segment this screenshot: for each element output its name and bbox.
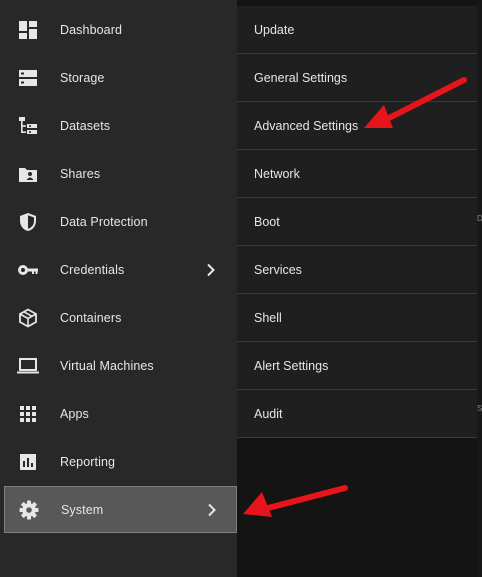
dashboard-icon bbox=[17, 19, 39, 41]
chevron-right-icon bbox=[208, 503, 216, 516]
sidebar-item-virtual-machines[interactable]: Virtual Machines bbox=[0, 342, 237, 389]
background-edge-glyph: D bbox=[477, 214, 482, 223]
sidebar-item-credentials[interactable]: Credentials bbox=[0, 246, 237, 293]
sidebar-item-label: Containers bbox=[60, 310, 122, 325]
sidebar-item-containers[interactable]: Containers bbox=[0, 294, 237, 341]
submenu-item-shell[interactable]: Shell bbox=[237, 294, 477, 342]
shield-icon bbox=[17, 211, 39, 233]
chart-icon bbox=[17, 451, 39, 473]
submenu-item-advanced-settings[interactable]: Advanced Settings bbox=[237, 102, 477, 150]
sidebar-item-shares[interactable]: Shares bbox=[0, 150, 237, 197]
sidebar-item-data-protection[interactable]: Data Protection bbox=[0, 198, 237, 245]
apps-grid-icon bbox=[17, 403, 39, 425]
submenu-item-services[interactable]: Services bbox=[237, 246, 477, 294]
submenu-item-label: Advanced Settings bbox=[254, 118, 359, 133]
submenu-item-network[interactable]: Network bbox=[237, 150, 477, 198]
annotation-arrow-system bbox=[243, 485, 348, 517]
sidebar-item-label: Credentials bbox=[60, 262, 125, 277]
laptop-icon bbox=[17, 355, 39, 377]
chevron-right-icon bbox=[207, 263, 215, 276]
background-panel-edge bbox=[477, 0, 482, 577]
submenu-item-alert-settings[interactable]: Alert Settings bbox=[237, 342, 477, 390]
submenu-item-audit[interactable]: Audit bbox=[237, 390, 477, 438]
submenu-item-label: Shell bbox=[254, 310, 282, 325]
storage-icon bbox=[17, 67, 39, 89]
system-submenu: Update General Settings Advanced Setting… bbox=[237, 6, 477, 438]
submenu-item-label: Services bbox=[254, 262, 302, 277]
sidebar-item-label: Dashboard bbox=[60, 22, 123, 37]
sidebar-item-label: System bbox=[61, 502, 104, 517]
shares-icon bbox=[17, 163, 39, 185]
submenu-item-label: Network bbox=[254, 166, 300, 181]
sidebar: Dashboard Storage Datasets Shares Data P… bbox=[0, 0, 237, 577]
submenu-item-label: Update bbox=[254, 22, 295, 37]
sidebar-item-label: Storage bbox=[60, 70, 105, 85]
key-icon bbox=[17, 259, 39, 281]
sidebar-item-storage[interactable]: Storage bbox=[0, 54, 237, 101]
submenu-item-label: Alert Settings bbox=[254, 358, 329, 373]
submenu-item-update[interactable]: Update bbox=[237, 6, 477, 54]
sidebar-item-system[interactable]: System bbox=[4, 486, 237, 533]
submenu-item-boot[interactable]: Boot bbox=[237, 198, 477, 246]
sidebar-item-dashboard[interactable]: Dashboard bbox=[0, 6, 237, 53]
sidebar-item-datasets[interactable]: Datasets bbox=[0, 102, 237, 149]
submenu-item-label: General Settings bbox=[254, 70, 348, 85]
sidebar-item-label: Apps bbox=[60, 406, 89, 421]
submenu-item-label: Boot bbox=[254, 214, 280, 229]
cube-icon bbox=[17, 307, 39, 329]
gear-icon bbox=[18, 499, 40, 521]
sidebar-item-label: Virtual Machines bbox=[60, 358, 154, 373]
background-edge-glyph: S bbox=[477, 404, 482, 413]
submenu-item-general-settings[interactable]: General Settings bbox=[237, 54, 477, 102]
sidebar-item-label: Shares bbox=[60, 166, 101, 181]
sidebar-item-reporting[interactable]: Reporting bbox=[0, 438, 237, 485]
sidebar-item-label: Datasets bbox=[60, 118, 111, 133]
sidebar-item-apps[interactable]: Apps bbox=[0, 390, 237, 437]
submenu-item-label: Audit bbox=[254, 406, 283, 421]
sidebar-item-label: Reporting bbox=[60, 454, 116, 469]
sidebar-item-label: Data Protection bbox=[60, 214, 148, 229]
datasets-icon bbox=[17, 115, 39, 137]
